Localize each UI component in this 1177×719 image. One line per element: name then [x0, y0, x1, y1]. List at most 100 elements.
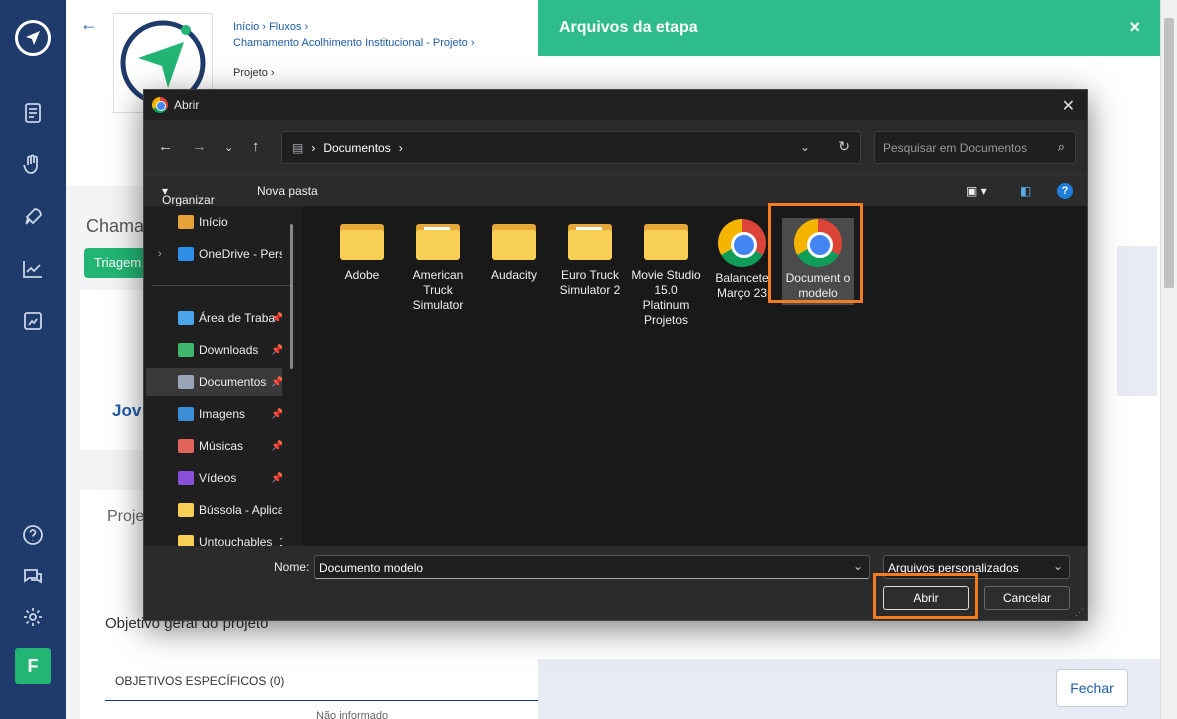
chrome-icon [152, 97, 168, 113]
pin-icon: 📌 [271, 312, 282, 324]
forward-icon[interactable]: → [192, 138, 207, 155]
scrollbar-thumb[interactable] [1164, 18, 1174, 288]
sidebar-item[interactable]: › OneDrive - Pers [146, 240, 282, 268]
app-logo[interactable] [15, 20, 51, 56]
music-icon [178, 439, 194, 453]
file-item[interactable]: Euro Truck Simulator 2 [554, 218, 626, 298]
open-file-dialog: Abrir ✕ ← → ⌄ ↑ ▤ › Documentos › ⌄ ↻ Pes… [143, 89, 1088, 621]
chat-icon [24, 569, 42, 584]
chart-icon [23, 261, 42, 278]
breadcrumb-inicio[interactable]: Início [233, 21, 259, 33]
file-item[interactable]: Adobe [326, 218, 398, 283]
file-name: Movie Studio 15.0 Platinum Projetos [631, 268, 701, 327]
videos-icon [178, 471, 194, 485]
rail-hand[interactable] [16, 148, 50, 182]
divider [105, 700, 538, 701]
onedrive-icon [178, 247, 194, 261]
sidebar-item[interactable]: Início [146, 208, 282, 236]
cancelar-button[interactable]: Cancelar [984, 586, 1070, 610]
navigation-arrow-icon [26, 31, 40, 45]
rail-settings[interactable] [16, 600, 50, 634]
file-name: Adobe [344, 268, 380, 282]
file-list: Adobe American Truck Simulator Audacity Eur… [302, 206, 1087, 546]
breadcrumb-chamamento[interactable]: Chamamento Acolhimento Institucional - P… [233, 37, 468, 49]
chevron-down-icon[interactable]: ⌄ [853, 559, 863, 573]
file-name: Audacity [490, 268, 538, 282]
pin-icon: 📌 [271, 408, 282, 420]
filename-input[interactable]: Documento modelo ⌄ [314, 555, 870, 579]
up-arrow-icon[interactable]: ↑ [252, 138, 260, 155]
left-rail: F [0, 0, 66, 719]
chevron-down-icon[interactable]: ⌄ [1053, 559, 1063, 573]
upload-dropzone[interactable] [1117, 246, 1157, 396]
help-circle-icon [23, 525, 43, 545]
page-title: Chama [86, 216, 145, 236]
rail-chat[interactable] [16, 559, 50, 593]
chevron-down-icon[interactable]: ⌄ [224, 141, 233, 154]
resize-grip-icon[interactable]: ⋰ [1075, 607, 1084, 618]
breadcrumb-projeto[interactable]: Projeto [233, 67, 268, 79]
sidebar-item[interactable]: Vídeos 📌 [146, 464, 282, 492]
expand-icon[interactable]: › [158, 248, 162, 260]
objetivos-especificos-tab[interactable]: OBJETIVOS ESPECÍFICOS (0) [115, 674, 284, 688]
back-arrow-icon[interactable]: ← [80, 14, 98, 35]
fechar-button[interactable]: Fechar [1056, 669, 1128, 707]
sidebar-item[interactable]: Bússola - Aplica [146, 496, 282, 524]
pin-icon: 📌 [271, 472, 282, 484]
rail-help[interactable] [16, 518, 50, 552]
documents-icon [178, 375, 194, 389]
sidebar-item[interactable]: Documentos 📌 [146, 368, 282, 396]
preview-pane-icon[interactable]: ◧ [1020, 184, 1031, 198]
sidebar-item-label: Vídeos [199, 471, 237, 485]
view-options-icon[interactable]: ▣ ▾ [966, 184, 987, 198]
search-input[interactable]: Pesquisar em Documentos ⌕ [874, 131, 1076, 164]
sidebar-item[interactable]: Músicas 📌 [146, 432, 282, 460]
highlight-abrir-button [873, 573, 978, 619]
book-icon [24, 312, 42, 330]
sidebar-item-label: Downloads [199, 343, 259, 357]
sidebar-item-label: Início [199, 215, 228, 229]
home-icon [178, 215, 194, 229]
document-icon [25, 103, 41, 123]
rail-chart[interactable] [16, 252, 50, 286]
sidebar-item[interactable]: Downloads 📌 [146, 336, 282, 364]
user-avatar[interactable]: F [15, 648, 51, 684]
file-item[interactable]: American Truck Simulator [402, 218, 474, 313]
address-segment[interactable]: Documentos [323, 141, 390, 155]
nome-label: Nome: [274, 560, 310, 574]
sidebar-item[interactable]: Untouchables_1 [146, 528, 282, 546]
folder-icon [492, 224, 536, 260]
help-icon[interactable]: ? [1057, 183, 1073, 199]
address-bar[interactable]: ▤ › Documentos › ⌄ ↻ [281, 131, 861, 164]
file-item[interactable]: Movie Studio 15.0 Platinum Projetos [630, 218, 702, 328]
rocket-icon [25, 208, 42, 225]
close-icon[interactable]: ✕ [1062, 96, 1075, 116]
pin-icon: 📌 [271, 376, 282, 388]
navigation-bar: ← → ⌄ ↑ ▤ › Documentos › ⌄ ↻ Pesquisar e… [144, 120, 1087, 174]
file-item[interactable]: Audacity [478, 218, 550, 283]
folder-icon [416, 224, 460, 260]
close-icon[interactable]: × [1129, 17, 1140, 38]
sidebar-item-label: Músicas [199, 439, 244, 453]
rail-book[interactable] [16, 304, 50, 338]
sidebar-scrollbar[interactable] [290, 224, 293, 369]
dialog-title: Abrir [174, 98, 200, 112]
file-name: Euro Truck Simulator 2 [559, 268, 621, 297]
chevron-down-icon[interactable]: ⌄ [800, 140, 810, 154]
refresh-icon[interactable]: ↻ [838, 138, 850, 155]
project-heading: Proje [107, 508, 145, 525]
breadcrumb-fluxos[interactable]: Fluxos [269, 21, 301, 33]
gear-icon [24, 608, 42, 626]
rail-documents[interactable] [16, 96, 50, 130]
back-icon[interactable]: ← [158, 138, 173, 155]
sidebar-item[interactable]: Área de Traba 📌 [146, 304, 282, 332]
organizar-button[interactable]: Organizar ▾ [162, 184, 215, 207]
rail-rocket[interactable] [16, 200, 50, 234]
page-scrollbar[interactable] [1160, 0, 1177, 719]
sidebar-item-label: Imagens [199, 407, 246, 421]
nova-pasta-button[interactable]: Nova pasta [257, 184, 318, 198]
highlight-selected-file [768, 203, 863, 303]
sidebar-item[interactable]: Imagens 📌 [146, 400, 282, 428]
sidebar-divider [152, 285, 292, 286]
panel-header: Arquivos da etapa × [538, 0, 1160, 56]
